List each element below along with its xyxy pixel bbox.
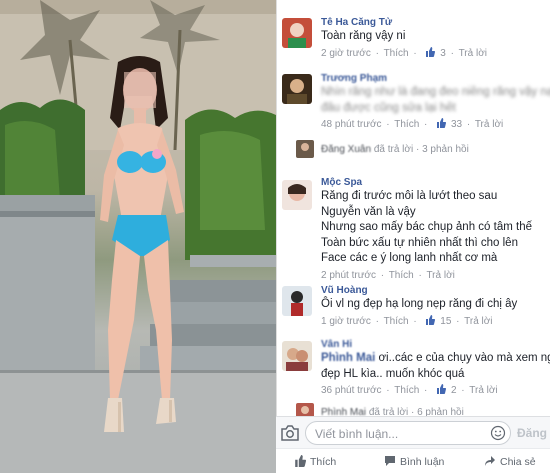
reply-author: Đăng Xuân bbox=[321, 144, 372, 155]
comment-icon bbox=[385, 456, 395, 466]
comment-text: Face các e ý long lanh nhất cơ mà bbox=[321, 252, 498, 264]
comment-text: đâu được cũng sửa lại hết bbox=[321, 101, 456, 114]
like-link[interactable]: Thích bbox=[389, 270, 414, 281]
camera-icon[interactable] bbox=[280, 425, 300, 441]
comment-text: Phình Mai ơi..các e của chụy vào mà xem … bbox=[321, 351, 550, 367]
share-button-label: Chia sẻ bbox=[500, 456, 536, 468]
commenter-name[interactable]: Vũ Hoàng bbox=[321, 284, 547, 297]
comment-meta: 2 giờ trước · Thích · 3 · Trả lời bbox=[321, 46, 487, 59]
reply-link[interactable]: Trả lời bbox=[469, 385, 497, 396]
avatar[interactable] bbox=[282, 286, 312, 316]
commenter-name[interactable]: Trương Phạm bbox=[321, 72, 547, 85]
comment-text-rest: ơi..các e của chụy vào mà xem ng bbox=[378, 352, 550, 364]
avatar bbox=[296, 140, 314, 158]
comment-text: Nhưng sao mấy bác chụp ảnh có tâm thế bbox=[321, 221, 532, 233]
photo bbox=[0, 0, 276, 473]
like-count: 3 bbox=[440, 47, 446, 59]
timestamp: 2 phút trước bbox=[321, 269, 376, 281]
timestamp: 48 phút trước bbox=[321, 119, 382, 130]
comment-text: Nguyễn văn là vậy bbox=[321, 205, 416, 218]
like-icon bbox=[436, 118, 447, 128]
like-link[interactable]: Thích bbox=[394, 385, 419, 396]
post-action-bar: Thích Bình luận Chia sẻ bbox=[276, 448, 550, 473]
comment-feed: Tê Ha Căng Tử Toàn răng vậy ni 2 giờ trư… bbox=[276, 0, 550, 473]
avatar[interactable] bbox=[282, 180, 312, 210]
timestamp: 2 giờ trước bbox=[321, 47, 371, 59]
avatar[interactable] bbox=[282, 74, 312, 104]
comment-text: Toàn răng vậy ni bbox=[321, 30, 406, 42]
like-icon bbox=[425, 46, 436, 57]
reply-count[interactable]: 3 phản hồi bbox=[422, 144, 469, 155]
like-link[interactable]: Thích bbox=[384, 316, 409, 327]
tagged-name[interactable]: Phình Mai bbox=[321, 352, 375, 364]
avatar[interactable] bbox=[282, 341, 312, 371]
commenter-name: Vân Hi bbox=[321, 338, 547, 351]
comment-text: Nhìn răng như là đang đeo niềng răng vậy… bbox=[321, 86, 550, 98]
like-count: 33 bbox=[450, 119, 463, 130]
comment-button[interactable]: Bình luận bbox=[384, 455, 444, 468]
commenter-name-1[interactable]: Vân Hi bbox=[321, 339, 352, 350]
comment-text: Răng đi trước môi là lướt theo sau bbox=[321, 190, 498, 202]
comment-composer: Đăng bbox=[276, 416, 550, 448]
like-link[interactable]: Thích bbox=[384, 48, 409, 59]
comment-button-label: Bình luận bbox=[400, 456, 445, 468]
like-icon bbox=[425, 314, 436, 325]
comment-text: đẹp HL kìa.. muốn khóc quá bbox=[321, 367, 465, 380]
reply-link[interactable]: Trả lời bbox=[426, 270, 454, 281]
like-link[interactable]: Thích bbox=[394, 119, 419, 130]
like-button-label: Thích bbox=[310, 456, 337, 468]
like-count: 2 bbox=[450, 385, 457, 396]
timestamp: 36 phút trước bbox=[321, 385, 382, 396]
post-button[interactable]: Đăng bbox=[517, 426, 547, 440]
reply-link[interactable]: Trả lời bbox=[459, 48, 487, 59]
comment-meta: 36 phút trước · Thích · 2 · Trả lời bbox=[321, 384, 498, 396]
commenter-name[interactable]: Mộc Spa bbox=[321, 176, 547, 189]
photo-scene bbox=[0, 0, 276, 473]
reply-link[interactable]: Trả lời bbox=[475, 119, 503, 130]
timestamp: 1 giờ trước bbox=[321, 315, 371, 327]
thumbs-up-icon bbox=[295, 455, 306, 467]
share-icon bbox=[485, 456, 495, 466]
share-button[interactable]: Chia sẻ bbox=[484, 455, 536, 468]
comment-input-wrapper bbox=[305, 421, 511, 445]
comment-meta: 2 phút trước · Thích · Trả lời bbox=[321, 269, 455, 281]
commenter-name[interactable]: Tê Ha Căng Tử bbox=[321, 16, 547, 29]
reply-action-text: đã trả lời bbox=[373, 144, 414, 155]
like-button[interactable]: Thích bbox=[294, 455, 336, 468]
like-count: 15 bbox=[440, 315, 452, 327]
avatar[interactable] bbox=[282, 18, 312, 48]
comment-meta: 1 giờ trước · Thích · 15 · Trả lời bbox=[321, 314, 493, 327]
like-icon bbox=[436, 384, 447, 394]
comment-text: Toàn bức xấu tự nhiên nhất thì cho lên bbox=[321, 236, 518, 249]
reply-link[interactable]: Trả lời bbox=[464, 316, 492, 327]
comment-meta: 48 phút trước · Thích · 33 · Trả lời bbox=[321, 118, 504, 130]
comment-text: Ôi vl ng đẹp hạ long nẹp răng đi chị ây bbox=[321, 298, 518, 310]
comment-input[interactable] bbox=[315, 426, 475, 441]
emoji-icon[interactable] bbox=[490, 425, 506, 441]
